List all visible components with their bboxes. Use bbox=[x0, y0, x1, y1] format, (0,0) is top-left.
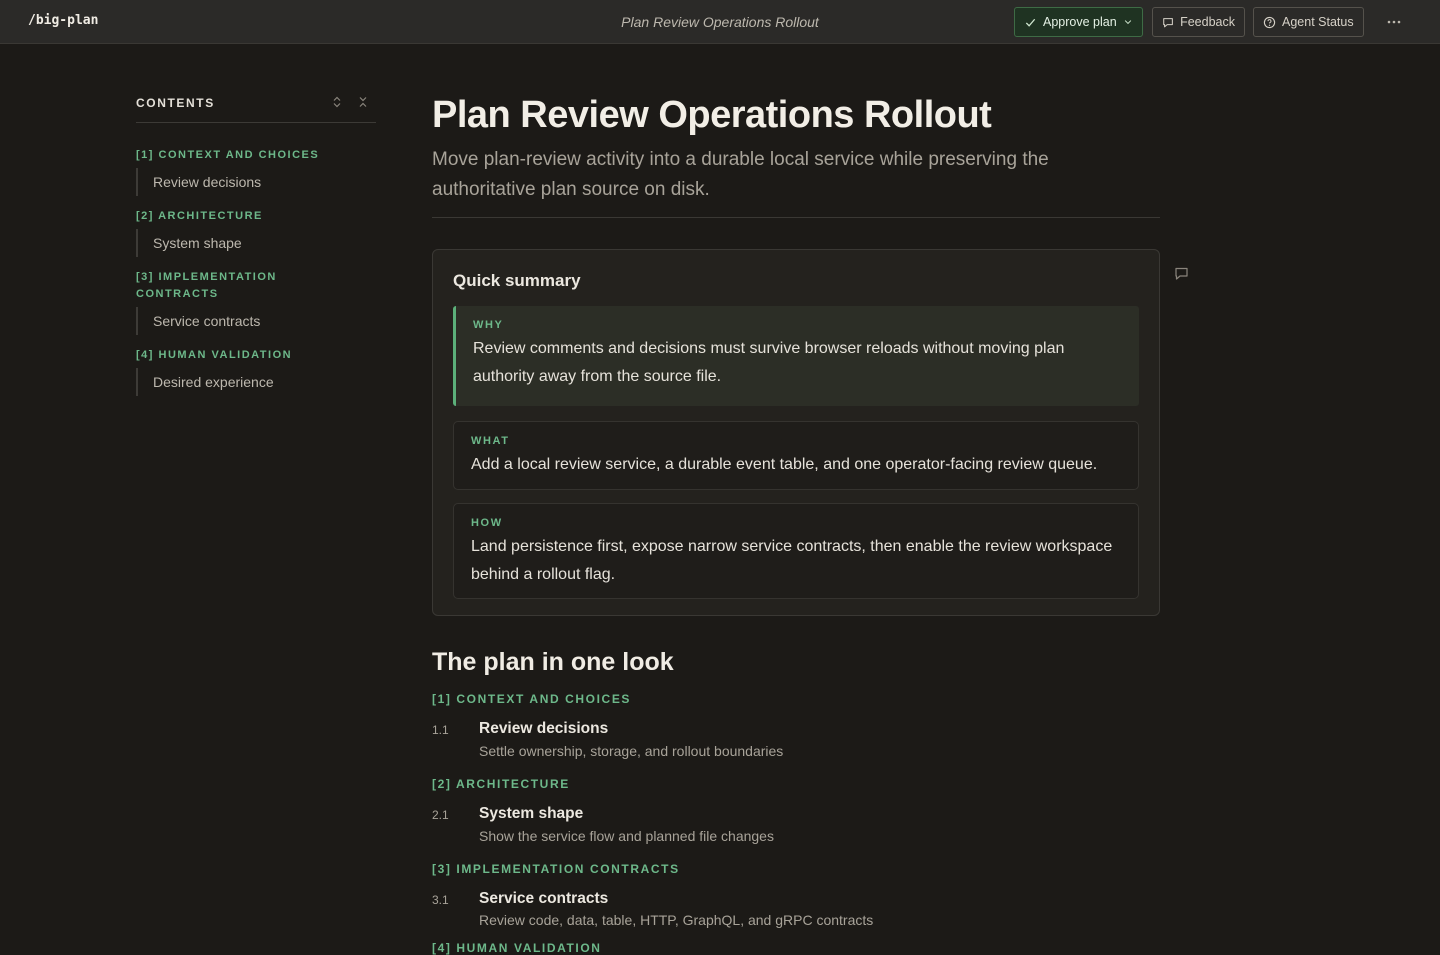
how-label: HOW bbox=[471, 517, 503, 529]
overview-item-number: 3.1 bbox=[432, 893, 449, 907]
quick-summary-title: Quick summary bbox=[453, 271, 581, 290]
summary-how-card: HOW Land persistence first, expose narro… bbox=[453, 503, 1139, 599]
add-comment-icon[interactable] bbox=[1174, 266, 1189, 281]
what-body: Add a local review service, a durable ev… bbox=[471, 456, 1098, 473]
summary-what-card: WHAT Add a local review service, a durab… bbox=[453, 421, 1139, 490]
check-icon bbox=[1025, 18, 1036, 27]
overview-item-description: Show the service flow and planned file c… bbox=[479, 828, 774, 844]
toc-item-desired-experience[interactable]: Desired experience bbox=[136, 368, 274, 396]
overview-section-human-validation[interactable]: [4] HUMAN VALIDATION bbox=[432, 941, 602, 955]
toc-section-implementation[interactable]: [3] IMPLEMENTATION CONTRACTS bbox=[136, 269, 296, 303]
collapse-all-icon[interactable] bbox=[356, 95, 370, 109]
overview-section-architecture[interactable]: [2] ARCHITECTURE bbox=[432, 777, 570, 791]
overview-item-number: 2.1 bbox=[432, 808, 449, 822]
toc-section-architecture[interactable]: [2] ARCHITECTURE bbox=[136, 208, 336, 225]
overview-item-description: Review code, data, table, HTTP, GraphQL,… bbox=[479, 912, 874, 928]
expand-all-icon[interactable] bbox=[330, 95, 344, 109]
toc-divider bbox=[136, 122, 376, 123]
why-body: Review comments and decisions must survi… bbox=[473, 340, 1065, 385]
overview-heading: The plan in one look bbox=[432, 648, 674, 676]
overview-item-title[interactable]: System shape bbox=[479, 805, 583, 823]
how-body: Land persistence first, expose narrow se… bbox=[471, 538, 1113, 583]
what-label: WHAT bbox=[471, 435, 510, 447]
agent-status-label: Agent Status bbox=[1282, 15, 1354, 29]
feedback-label: Feedback bbox=[1180, 15, 1235, 29]
app-brand[interactable]: /big-plan bbox=[28, 13, 98, 28]
toc-item-review-decisions[interactable]: Review decisions bbox=[136, 168, 261, 196]
overview-item-title[interactable]: Service contracts bbox=[479, 890, 608, 908]
page-title: Plan Review Operations Rollout bbox=[432, 94, 992, 136]
overview-item-title[interactable]: Review decisions bbox=[479, 720, 608, 738]
overview-item-number: 1.1 bbox=[432, 723, 449, 737]
why-label: WHY bbox=[473, 319, 504, 331]
more-options-icon[interactable] bbox=[1384, 13, 1404, 31]
document-title: Plan Review Operations Rollout bbox=[621, 14, 819, 30]
toc-section-context[interactable]: [1] CONTEXT AND CHOICES bbox=[136, 147, 336, 164]
overview-section-context[interactable]: [1] CONTEXT AND CHOICES bbox=[432, 692, 631, 706]
overview-section-implementation[interactable]: [3] IMPLEMENTATION CONTRACTS bbox=[432, 862, 680, 876]
feedback-button[interactable]: Feedback bbox=[1152, 7, 1245, 37]
approve-plan-label: Approve plan bbox=[1043, 15, 1117, 29]
page-lede: Move plan-review activity into a durable… bbox=[432, 149, 1049, 200]
message-icon bbox=[1163, 17, 1173, 27]
toc-section-human-validation[interactable]: [4] HUMAN VALIDATION bbox=[136, 347, 336, 364]
quick-summary-panel: Quick summary WHY Review comments and de… bbox=[432, 249, 1160, 616]
toc-item-service-contracts[interactable]: Service contracts bbox=[136, 307, 260, 335]
overview-item-description: Settle ownership, storage, and rollout b… bbox=[479, 743, 784, 759]
approve-plan-button[interactable]: Approve plan bbox=[1014, 7, 1143, 37]
summary-why-card: WHY Review comments and decisions must s… bbox=[453, 306, 1139, 406]
agent-status-button[interactable]: Agent Status bbox=[1253, 7, 1364, 37]
help-circle-icon bbox=[1263, 16, 1276, 28]
top-bar: /big-plan Plan Review Operations Rollout… bbox=[0, 0, 1440, 44]
toc-tools bbox=[330, 95, 370, 109]
toc-item-system-shape[interactable]: System shape bbox=[136, 229, 242, 257]
title-divider bbox=[432, 217, 1160, 218]
chevron-down-icon bbox=[1124, 20, 1131, 25]
